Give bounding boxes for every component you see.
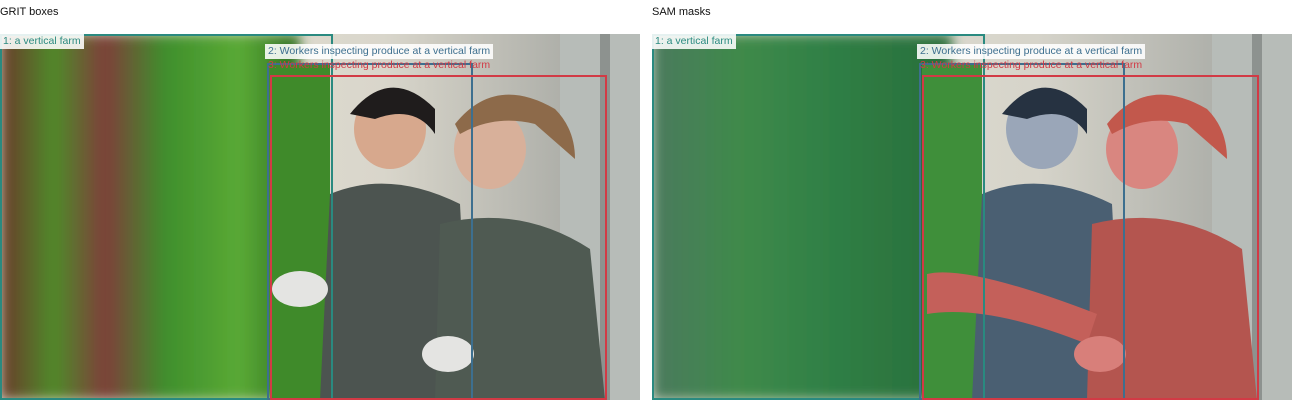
- box-label-3: 3: Workers inspecting produce at a verti…: [268, 59, 491, 71]
- bounding-box-3: [270, 75, 607, 400]
- grit-boxes-panel: 1: a vertical farm 2: Workers inspecting…: [0, 34, 640, 400]
- panel-title-sam: SAM masks: [652, 6, 711, 18]
- box-label-2: 2: Workers inspecting produce at a verti…: [917, 44, 1146, 59]
- bounding-box-3: [922, 75, 1259, 400]
- box-label-1: 1: a vertical farm: [0, 34, 84, 49]
- panel-title-grit: GRIT boxes: [0, 6, 59, 18]
- sam-masks-panel: 1: a vertical farm 2: Workers inspecting…: [652, 34, 1292, 400]
- box-label-3: 3: Workers inspecting produce at a verti…: [920, 59, 1143, 71]
- box-label-1: 1: a vertical farm: [652, 34, 736, 49]
- box-label-2: 2: Workers inspecting produce at a verti…: [265, 44, 494, 59]
